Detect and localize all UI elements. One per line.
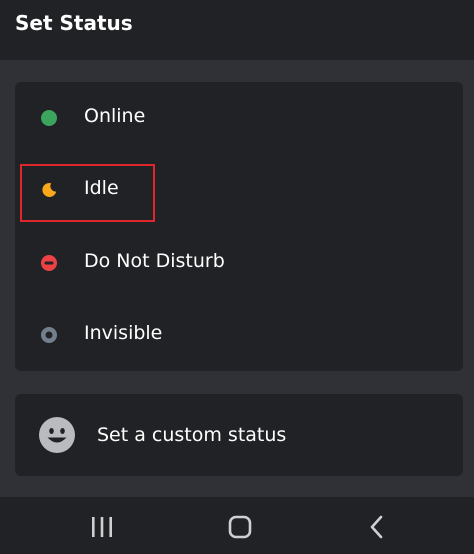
status-option-do-not-disturb[interactable]: Do Not Disturb [15,227,463,299]
idle-highlight-box [20,164,155,222]
smiley-face-icon [39,417,75,453]
status-option-invisible[interactable]: Invisible [15,299,463,371]
status-options-card: Online Idle Do Not Disturb Invisible [15,82,463,371]
custom-status-label: Set a custom status [97,424,287,446]
invisible-ring-icon [41,327,57,343]
home-icon[interactable] [226,513,254,541]
back-icon[interactable] [363,513,391,541]
status-label-online: Online [84,105,146,127]
online-dot-icon [41,110,57,126]
do-not-disturb-icon [41,255,57,271]
recent-apps-icon[interactable] [88,513,116,541]
status-option-online[interactable]: Online [15,82,463,154]
page-title: Set Status [15,11,133,35]
status-label-invisible: Invisible [84,322,163,344]
android-navigation-bar [0,497,474,554]
status-label-do-not-disturb: Do Not Disturb [84,250,225,272]
header-bar: Set Status [0,0,474,60]
custom-status-button[interactable]: Set a custom status [15,394,463,476]
